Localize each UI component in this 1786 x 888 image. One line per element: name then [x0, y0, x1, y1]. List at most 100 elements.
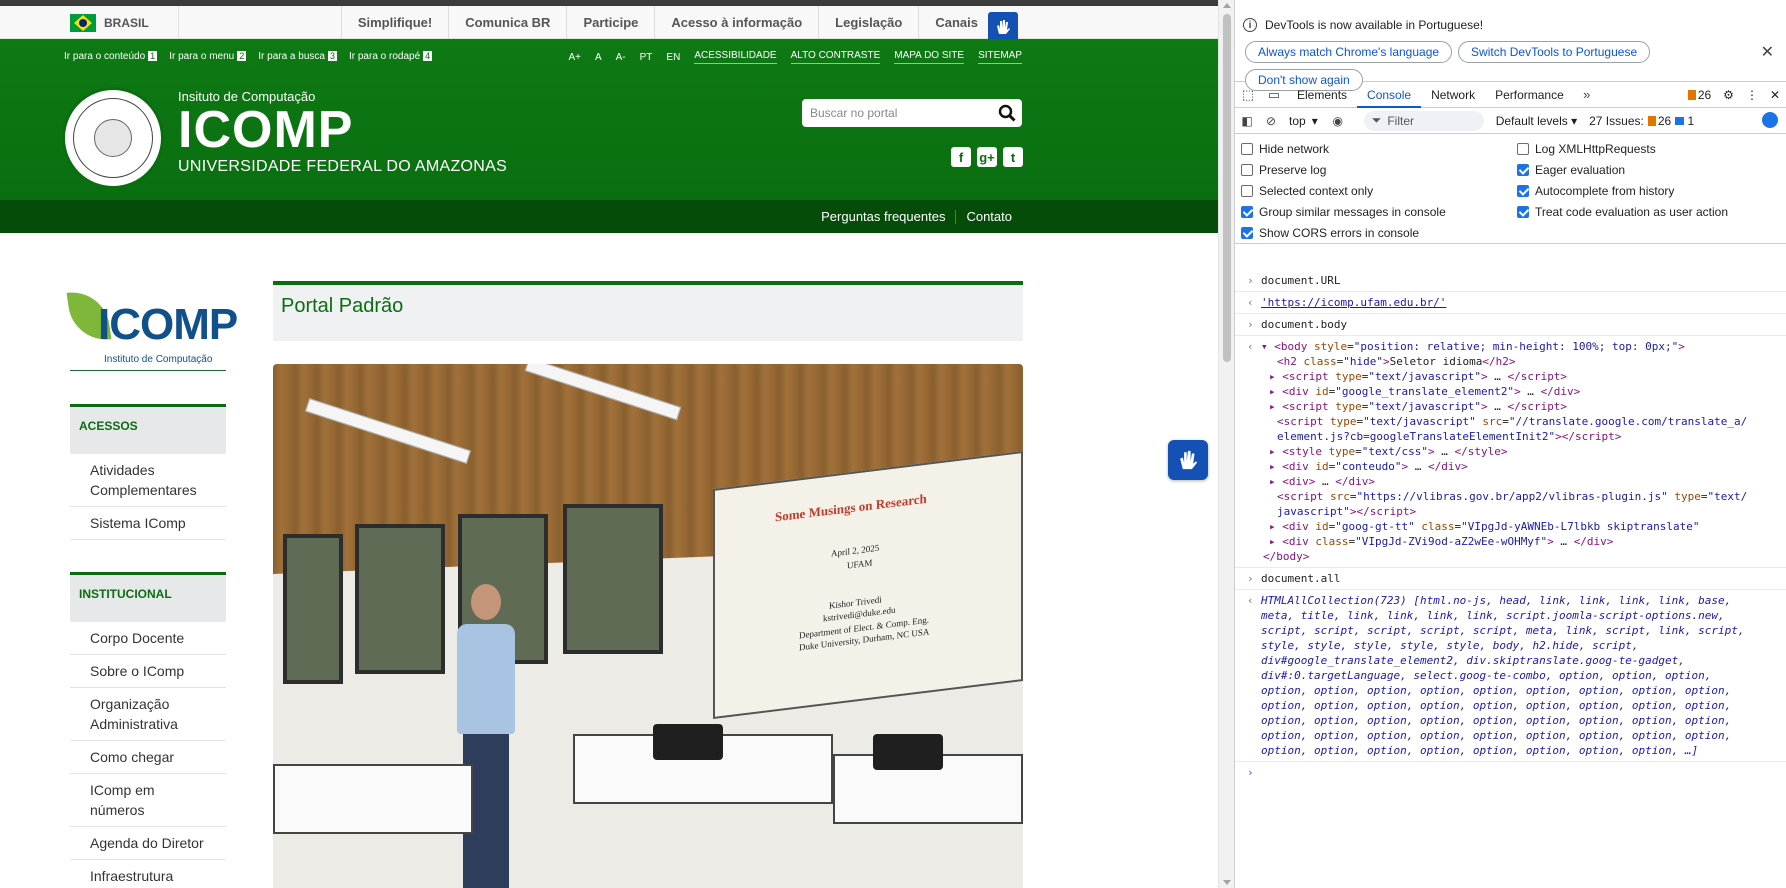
- google-plus-icon[interactable]: g+: [977, 147, 997, 167]
- sidebar-item-agenda[interactable]: Agenda do Diretor: [70, 827, 226, 860]
- close-devtools-icon[interactable]: ✕: [1770, 88, 1780, 102]
- url-result[interactable]: 'https://icomp.ufam.edu.br/': [1261, 296, 1446, 309]
- eager-eval-checkbox[interactable]: Eager evaluation: [1517, 163, 1625, 177]
- skip-link-search[interactable]: Ir para a busca 3: [258, 51, 337, 62]
- filter-icon: ⏷: [1371, 113, 1382, 127]
- lang-pt-button[interactable]: PT: [640, 52, 653, 63]
- group-similar-checkbox[interactable]: Group similar messages in console: [1241, 205, 1446, 219]
- tab-console[interactable]: Console: [1357, 82, 1422, 108]
- facebook-icon[interactable]: f: [951, 147, 971, 167]
- faq-link[interactable]: Perguntas frequentes: [811, 209, 955, 224]
- sidebar-item-infraestrutura[interactable]: Infraestrutura: [70, 860, 226, 888]
- font-reset-button[interactable]: A: [595, 52, 602, 63]
- context-selector[interactable]: top ▾: [1289, 114, 1318, 128]
- console-command[interactable]: › document.body: [1235, 314, 1786, 336]
- lang-en-button[interactable]: EN: [666, 52, 680, 63]
- gov-link-legislacao[interactable]: Legislação: [818, 6, 918, 39]
- selected-context-checkbox[interactable]: Selected context only: [1241, 184, 1373, 198]
- font-increase-button[interactable]: A+: [568, 52, 581, 63]
- devtools-tabs: ⬚ ▭ Elements Console Network Performance…: [1235, 82, 1786, 108]
- brasil-link[interactable]: BRASIL: [70, 13, 149, 33]
- search-input[interactable]: Buscar no portal: [802, 106, 992, 120]
- console-command[interactable]: › document.URL: [1235, 270, 1786, 292]
- inspect-icon[interactable]: ⬚: [1235, 82, 1261, 108]
- sidebar-item-como-chegar[interactable]: Como chegar: [70, 741, 226, 774]
- page-title-box: Portal Padrão: [273, 281, 1023, 341]
- hand-icon: [997, 20, 1010, 34]
- icomp-logo[interactable]: ICOMP Instituto de Computação: [66, 282, 238, 372]
- contact-link[interactable]: Contato: [956, 209, 1022, 224]
- all-result-head: HTMLAllCollection(723): [1261, 594, 1407, 607]
- sidebar-item-sistema[interactable]: Sistema IComp: [70, 507, 226, 540]
- notice-message: DevTools is now available in Portuguese!: [1265, 18, 1484, 32]
- close-icon[interactable]: ✕: [1761, 42, 1774, 62]
- gov-link-canais[interactable]: Canais: [918, 6, 994, 39]
- device-toggle-icon[interactable]: ▭: [1261, 82, 1287, 108]
- cors-errors-checkbox[interactable]: Show CORS errors in console: [1241, 226, 1419, 240]
- gov-link-acesso[interactable]: Acesso à informação: [654, 6, 818, 39]
- slide-place: UFAM: [847, 557, 873, 571]
- font-decrease-button[interactable]: A-: [616, 52, 626, 63]
- tab-performance[interactable]: Performance: [1485, 82, 1574, 108]
- user-action-checkbox[interactable]: Treat code evaluation as user action: [1517, 205, 1728, 219]
- gov-link-simplifique[interactable]: Simplifique!: [340, 6, 448, 39]
- eye-icon[interactable]: ◉: [1326, 109, 1350, 133]
- high-contrast-link[interactable]: ALTO CONTRASTE: [790, 50, 881, 64]
- console-settings-icon[interactable]: [1762, 112, 1778, 128]
- gov-link-participe[interactable]: Participe: [566, 6, 654, 39]
- browser-window: BRASIL Simplifique! Comunica BR Particip…: [0, 0, 1786, 888]
- twitter-icon[interactable]: t: [1003, 147, 1023, 167]
- scroll-down-icon[interactable]: [1223, 880, 1231, 885]
- filter-input[interactable]: ⏷ Filter: [1363, 110, 1484, 131]
- tab-elements[interactable]: Elements: [1287, 82, 1357, 108]
- kebab-menu-icon[interactable]: ⋮: [1746, 88, 1758, 102]
- vlibras-widget-button[interactable]: [1168, 440, 1208, 480]
- switch-language-button[interactable]: Switch DevTools to Portuguese: [1458, 41, 1651, 63]
- command-text: document.all: [1261, 572, 1341, 585]
- sitemap-link[interactable]: SITEMAP: [978, 50, 1022, 64]
- slide-date: April 2, 2025: [831, 542, 880, 559]
- gov-link-comunica[interactable]: Comunica BR: [448, 6, 566, 39]
- log-xhr-checkbox[interactable]: Log XMLHttpRequests: [1517, 142, 1656, 156]
- filter-placeholder: Filter: [1387, 113, 1414, 128]
- console-command[interactable]: › document.all: [1235, 568, 1786, 590]
- sidebar-item-organizacao[interactable]: Organização Administrativa: [70, 688, 226, 741]
- vlibras-top-button[interactable]: [988, 12, 1018, 42]
- sidebar-item-sobre[interactable]: Sobre o IComp: [70, 655, 226, 688]
- console-prompt[interactable]: ›: [1235, 762, 1786, 783]
- more-tabs-icon[interactable]: »: [1574, 82, 1600, 108]
- skip-key: 2: [237, 51, 247, 61]
- site-name[interactable]: Insituto de Computação ICOMP UNIVERSIDAD…: [178, 89, 507, 176]
- preserve-log-checkbox[interactable]: Preserve log: [1241, 163, 1326, 177]
- site-map-link[interactable]: MAPA DO SITE: [894, 50, 965, 64]
- console-result: ‹ ▾ <body style="position: relative; min…: [1235, 336, 1786, 568]
- tab-network[interactable]: Network: [1421, 82, 1485, 108]
- issues-button[interactable]: 27 Issues: 26 1: [1589, 114, 1694, 128]
- levels-dropdown[interactable]: Default levels ▾: [1496, 114, 1577, 128]
- hide-network-checkbox[interactable]: Hide network: [1241, 142, 1329, 156]
- section-title: ACESSOS: [70, 404, 226, 454]
- clear-console-icon[interactable]: ⊘: [1259, 109, 1283, 133]
- scroll-up-icon[interactable]: [1223, 3, 1231, 8]
- skip-link-menu[interactable]: Ir para o menu 2: [169, 51, 247, 62]
- console-result: ‹ HTMLAllCollection(723) [html.no-js, he…: [1235, 590, 1786, 762]
- skip-link-content[interactable]: Ir para o conteúdo 1: [64, 51, 158, 62]
- sidebar-item-numeros[interactable]: IComp em números: [70, 774, 226, 827]
- settings-gear-icon[interactable]: ⚙: [1723, 88, 1734, 102]
- gov-bar: BRASIL Simplifique! Comunica BR Particip…: [0, 6, 1218, 42]
- warnings-badge[interactable]: 26: [1687, 88, 1711, 102]
- search-button[interactable]: [992, 99, 1022, 127]
- sidebar-item-corpo-docente[interactable]: Corpo Docente: [70, 622, 226, 655]
- sidebar-item-atividades[interactable]: Atividades Complementares: [70, 454, 226, 507]
- command-text: document.URL: [1261, 274, 1341, 287]
- autocomplete-checkbox[interactable]: Autocomplete from history: [1517, 184, 1674, 198]
- page-scrollbar[interactable]: [1218, 0, 1234, 888]
- match-language-button[interactable]: Always match Chrome's language: [1245, 41, 1453, 63]
- scrollbar-thumb[interactable]: [1223, 14, 1231, 362]
- ufam-seal-logo[interactable]: [62, 87, 164, 189]
- accessibility-link[interactable]: ACESSIBILIDADE: [694, 50, 777, 64]
- skip-link-footer[interactable]: Ir para o rodapé 4: [349, 51, 433, 62]
- sidebar-toggle-icon[interactable]: ◧: [1235, 109, 1259, 133]
- site-title: ICOMP: [178, 101, 354, 159]
- lecture-photo[interactable]: Some Musings on Research April 2, 2025 U…: [273, 364, 1023, 888]
